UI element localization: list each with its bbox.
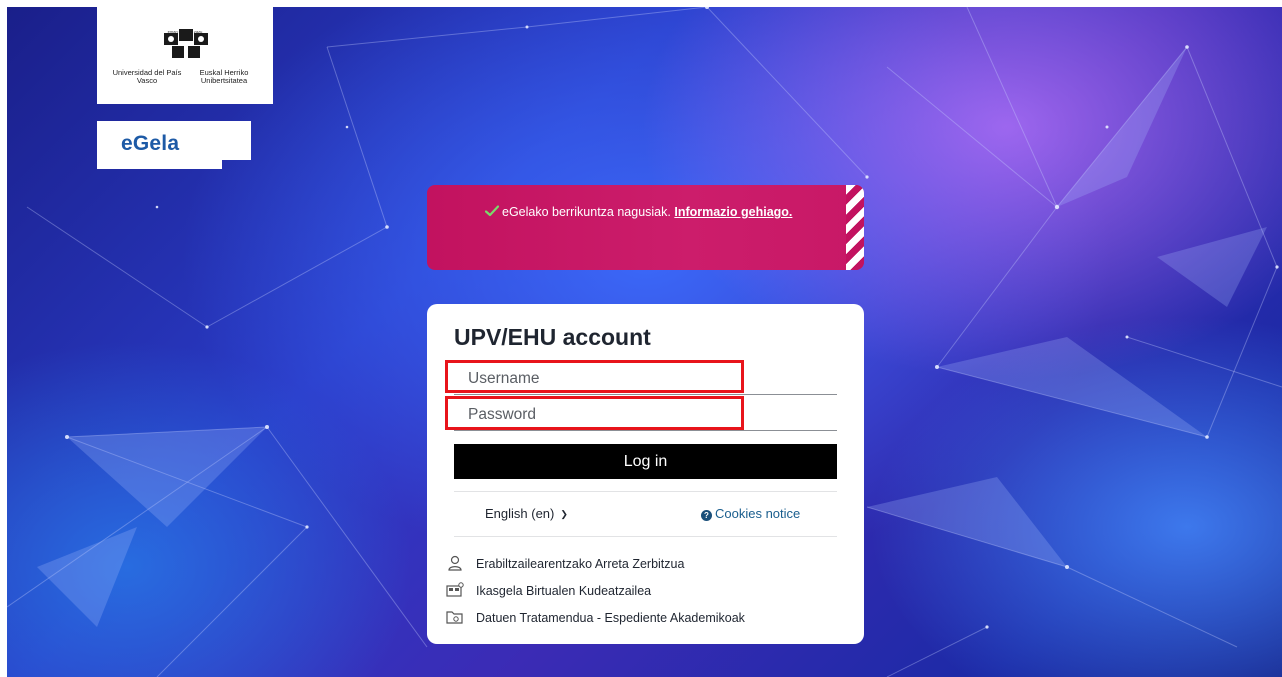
university-logo[interactable]: eman ta zabal zazu Universidad del País … bbox=[97, 7, 273, 104]
egela-logo-text: eGela bbox=[121, 132, 180, 155]
notice-more-info-link[interactable]: Informazio gehiago. bbox=[674, 205, 792, 219]
news-notice-banner: eGelako berrikuntza nagusiak. Informazio… bbox=[427, 185, 864, 270]
login-page: eman ta zabal zazu Universidad del País … bbox=[0, 0, 1282, 677]
username-input[interactable] bbox=[454, 366, 837, 392]
virtual-classroom-icon bbox=[446, 582, 464, 597]
cookies-notice-link[interactable]: ? Cookies notice bbox=[701, 506, 800, 521]
password-field bbox=[454, 402, 837, 431]
chevron-down-icon: ❯ bbox=[560, 509, 568, 519]
user-icon bbox=[448, 555, 462, 571]
university-emblem-icon bbox=[164, 29, 208, 58]
language-selector[interactable]: English (en) ❯ bbox=[485, 506, 568, 521]
virtual-classroom-manager-label: Ikasgela Birtualen Kudeatzailea bbox=[476, 584, 652, 598]
university-name-basque: Euskal Herriko Unibertsitatea bbox=[199, 68, 249, 85]
divider bbox=[454, 491, 837, 492]
password-input[interactable] bbox=[454, 402, 837, 428]
question-circle-icon: ? bbox=[701, 510, 712, 521]
divider bbox=[454, 536, 837, 537]
language-label: English (en) bbox=[485, 506, 555, 521]
notice-message: eGelako berrikuntza nagusiak. Informazio… bbox=[485, 205, 792, 219]
login-card: UPV/EHU account Log in English (en) ❯ ?Co… bbox=[427, 304, 864, 644]
notice-text: eGelako berrikuntza nagusiak. bbox=[502, 205, 671, 219]
user-support-service-label: Erabiltzailearentzako Arreta Zerbitzua bbox=[476, 557, 685, 571]
login-button[interactable]: Log in bbox=[454, 444, 837, 479]
cookies-notice-label: Cookies notice bbox=[715, 506, 801, 521]
folder-icon bbox=[446, 611, 463, 624]
notice-stripes-decoration bbox=[846, 185, 864, 270]
login-title: UPV/EHU account bbox=[454, 324, 651, 350]
egela-logo-tab bbox=[97, 160, 222, 169]
check-icon bbox=[485, 205, 499, 217]
username-field bbox=[454, 366, 837, 395]
university-name-spanish: Universidad del País Vasco bbox=[112, 68, 182, 85]
egela-logo[interactable]: eGela bbox=[97, 121, 251, 169]
academic-records-data-processing-label: Datuen Tratamendua - Espediente Akademik… bbox=[476, 611, 745, 625]
